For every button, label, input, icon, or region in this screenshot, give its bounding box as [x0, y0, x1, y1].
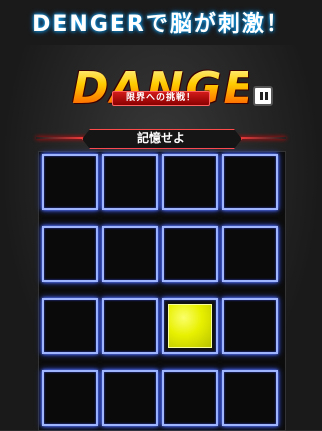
top-banner: DENGERで脳が刺激！: [0, 0, 322, 45]
grid-cell[interactable]: [42, 298, 98, 354]
grid-cell[interactable]: [222, 298, 278, 354]
grid-cell[interactable]: [162, 226, 218, 282]
logo-title: DANGER: [72, 63, 292, 114]
grid-cell[interactable]: [222, 226, 278, 282]
memory-grid: [42, 154, 280, 426]
instruction-label: 記憶せよ: [136, 131, 185, 145]
grid-cell[interactable]: [42, 370, 98, 426]
game-logo: DANGER 限界への挑戦！: [72, 63, 292, 118]
logo-tagline: 限界への挑戦！: [112, 91, 210, 106]
grid-cell[interactable]: [42, 154, 98, 210]
grid-cell[interactable]: [102, 226, 158, 282]
pause-button[interactable]: [253, 86, 273, 106]
grid-cell[interactable]: [162, 154, 218, 210]
grid-cell[interactable]: [102, 298, 158, 354]
grid-cell[interactable]: [162, 370, 218, 426]
grid-cell-lit[interactable]: [162, 298, 218, 354]
grid-cell[interactable]: [42, 226, 98, 282]
grid-cell[interactable]: [222, 154, 278, 210]
grid-cell[interactable]: [222, 370, 278, 426]
lit-lamp: [168, 304, 212, 348]
grid-cell[interactable]: [102, 370, 158, 426]
grid-cell[interactable]: [102, 154, 158, 210]
promo-title: DENGERで脳が刺激！: [32, 12, 290, 37]
